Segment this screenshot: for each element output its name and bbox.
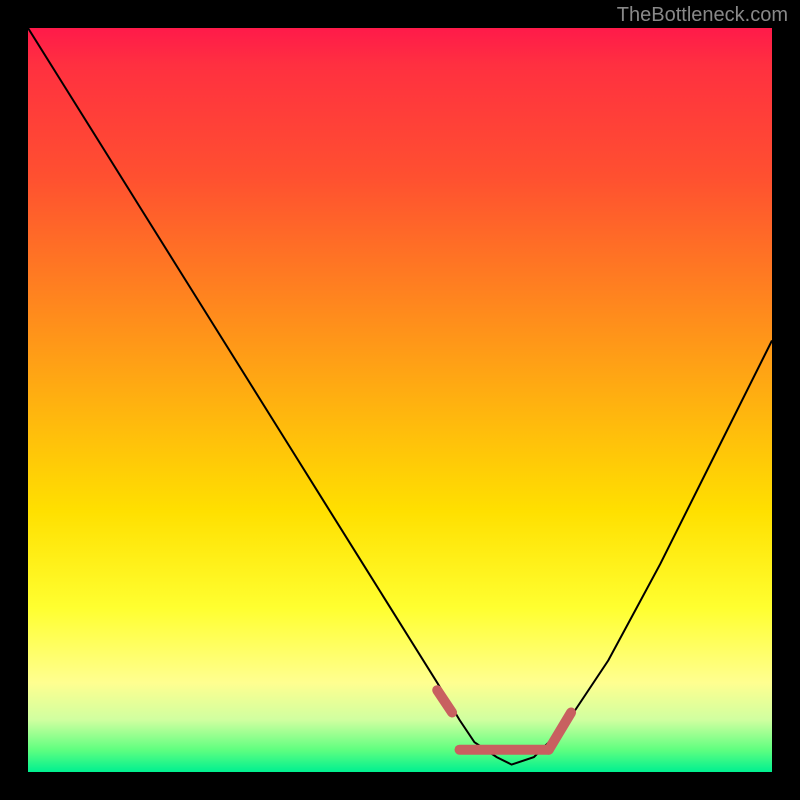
chart-svg [28,28,772,772]
chart-plot-area [28,28,772,772]
optimal-marker-left [437,690,452,712]
optimal-marker-right [549,713,571,750]
bottleneck-curve-line [28,28,772,765]
watermark-text: TheBottleneck.com [617,4,788,27]
